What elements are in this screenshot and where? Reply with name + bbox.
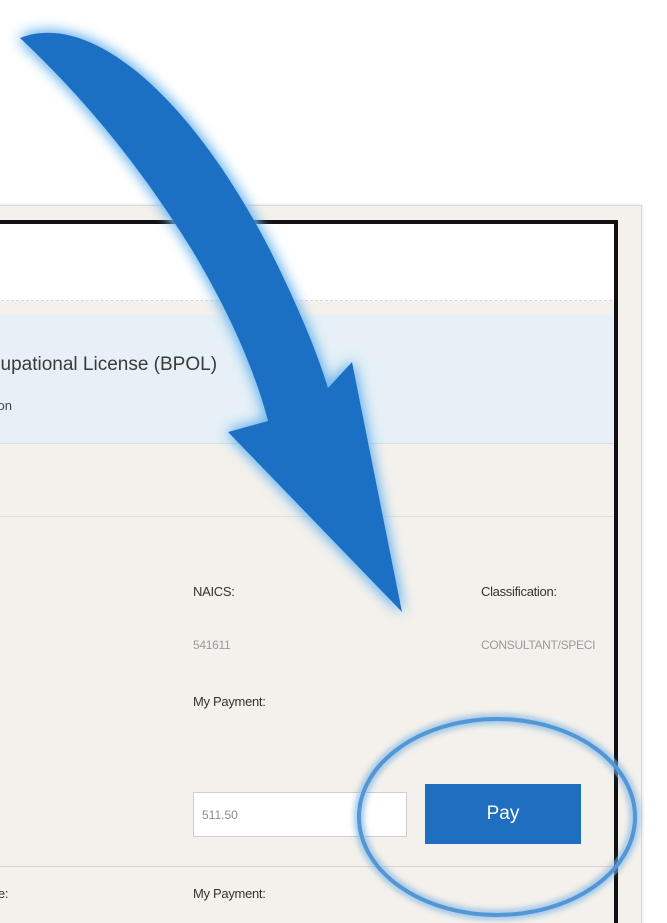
screenshot-stage: cupational License (BPOL) tion NAICS: 54… bbox=[0, 0, 667, 923]
panel-frame bbox=[0, 220, 618, 923]
